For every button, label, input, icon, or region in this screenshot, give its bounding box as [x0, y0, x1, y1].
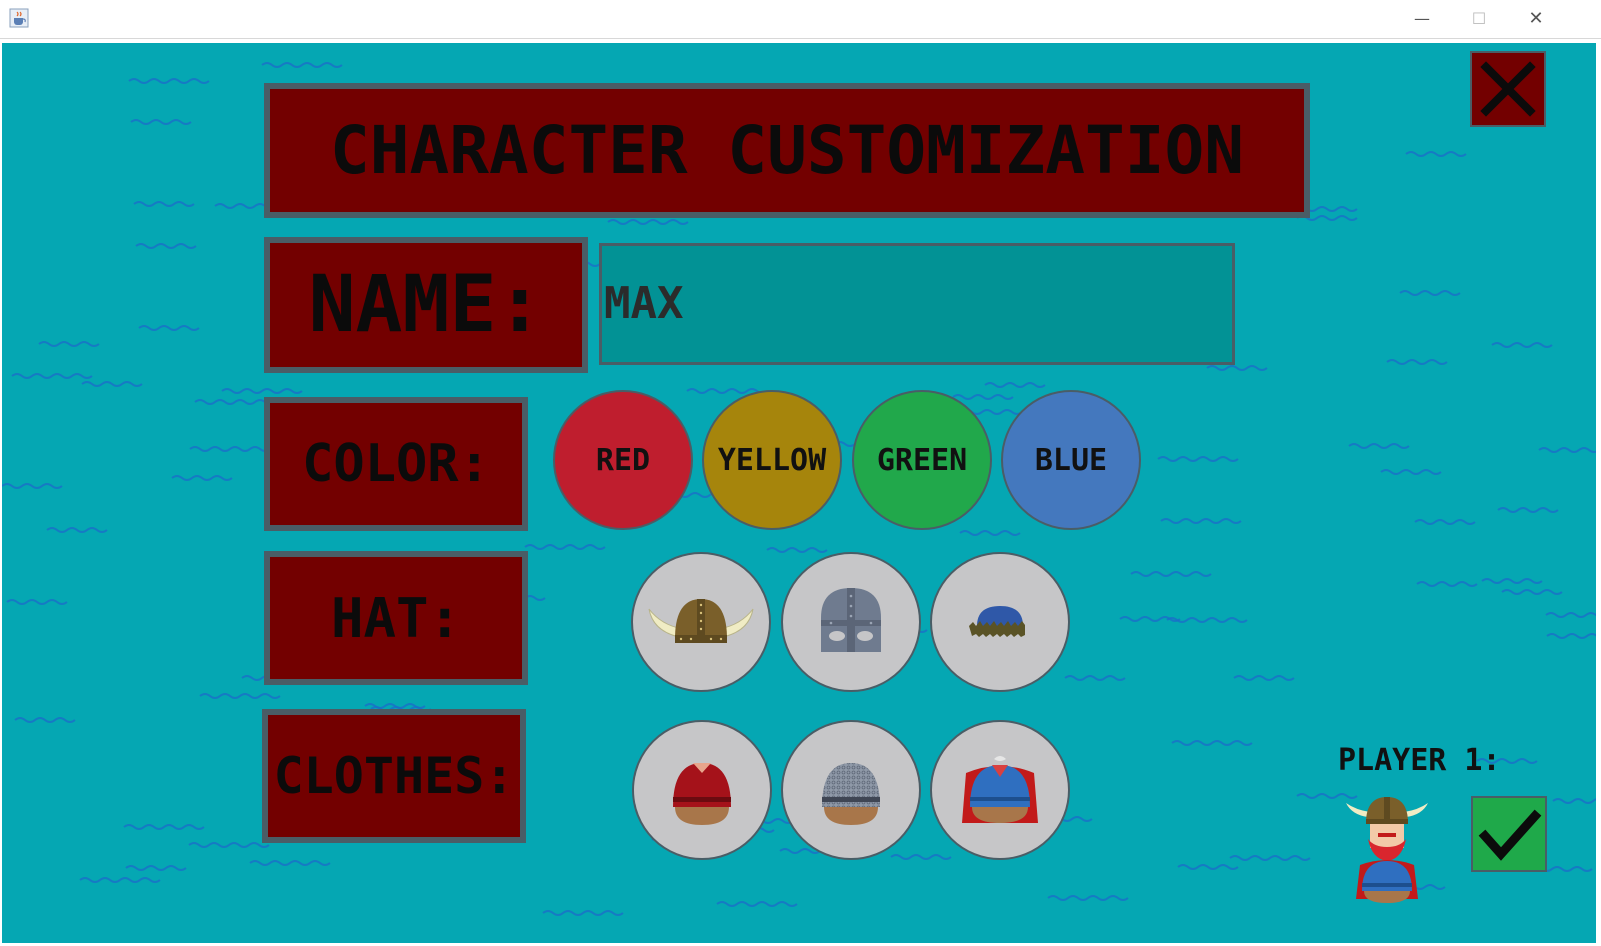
clothes-option-blue-tunic-cape[interactable]	[930, 720, 1070, 860]
window-close-button[interactable]: ✕	[1514, 4, 1558, 32]
clothes-option-chainmail[interactable]	[781, 720, 921, 860]
wave-decoration	[189, 446, 271, 452]
wave-decoration	[38, 341, 100, 347]
clothes-label: CLOTHES:	[262, 709, 526, 843]
wave-decoration	[1171, 740, 1253, 746]
wave-decoration	[766, 547, 828, 553]
hat-option-fur-cap[interactable]	[930, 552, 1070, 692]
viking-avatar-icon	[1346, 797, 1428, 903]
name-label: NAME:	[264, 237, 588, 373]
wave-decoration	[524, 544, 606, 550]
java-coffee-cup-icon	[9, 8, 29, 28]
wave-decoration	[1538, 447, 1596, 453]
chainmail-icon	[822, 763, 880, 825]
wave-decoration	[138, 325, 200, 331]
blue-tunic-cape-icon	[962, 756, 1038, 823]
horned-helmet-icon	[648, 599, 754, 643]
wave-decoration	[1414, 519, 1476, 525]
wave-decoration	[199, 693, 281, 699]
wave-decoration	[890, 854, 952, 860]
wave-decoration	[1416, 581, 1478, 587]
wave-decoration	[1497, 507, 1559, 513]
close-x-icon	[1480, 61, 1536, 117]
wave-decoration	[1491, 342, 1553, 348]
maximize-button[interactable]: ☐	[1457, 4, 1501, 32]
wave-decoration	[952, 394, 1014, 400]
wave-decoration	[123, 824, 205, 830]
wave-decoration	[11, 373, 93, 379]
wave-decoration	[125, 865, 187, 871]
wave-decoration	[959, 530, 1021, 536]
wave-decoration	[81, 381, 143, 387]
wave-decoration	[1157, 456, 1239, 462]
player-label: PLAYER 1:	[1338, 743, 1501, 778]
wave-decoration	[2, 483, 63, 489]
wave-decoration	[1545, 612, 1596, 618]
wave-decoration	[249, 860, 331, 866]
wave-decoration	[133, 201, 195, 207]
wave-decoration	[1501, 589, 1563, 595]
color-red-button[interactable]: RED	[553, 390, 693, 530]
hat-option-horned-helmet[interactable]	[631, 552, 771, 692]
wave-decoration	[1386, 359, 1448, 365]
hat-label: HAT:	[264, 551, 528, 685]
player-avatar	[1342, 795, 1432, 903]
wave-decoration	[1405, 151, 1467, 157]
wave-decoration	[46, 527, 108, 533]
color-blue-button[interactable]: BLUE	[1001, 390, 1141, 530]
clothes-option-red-tunic[interactable]	[632, 720, 772, 860]
wave-decoration	[1380, 469, 1442, 475]
checkmark-icon	[1478, 809, 1542, 861]
iron-helmet-icon	[821, 588, 881, 652]
wave-decoration	[1130, 571, 1212, 577]
color-green-button[interactable]: GREEN	[852, 390, 992, 530]
wave-decoration	[14, 717, 76, 723]
hat-option-iron-helmet[interactable]	[781, 552, 921, 692]
wave-decoration	[542, 910, 624, 916]
wave-decoration	[1160, 518, 1242, 524]
name-input[interactable]: MAX	[599, 243, 1235, 365]
window-titlebar: — ☐ ✕	[0, 0, 1601, 39]
wave-decoration	[716, 901, 798, 907]
wave-decoration	[194, 399, 276, 405]
wave-decoration	[6, 599, 68, 605]
minimize-button[interactable]: —	[1400, 4, 1444, 32]
wave-decoration	[171, 475, 233, 481]
wave-decoration	[1481, 578, 1543, 584]
color-yellow-button[interactable]: YELLOW	[702, 390, 842, 530]
wave-decoration	[79, 877, 161, 883]
wave-decoration	[607, 219, 689, 225]
wave-decoration	[1348, 443, 1410, 449]
confirm-button[interactable]	[1471, 796, 1547, 872]
wave-decoration	[1229, 855, 1311, 861]
wave-decoration	[1177, 864, 1239, 870]
wave-decoration	[984, 382, 1046, 388]
page-title: CHARACTER CUSTOMIZATION	[264, 83, 1310, 218]
wave-decoration	[221, 388, 303, 394]
color-label: COLOR:	[264, 397, 528, 531]
wave-decoration	[1552, 798, 1596, 804]
wave-decoration	[261, 62, 343, 68]
red-tunic-icon	[673, 763, 731, 825]
close-button[interactable]	[1470, 51, 1546, 127]
wave-decoration	[1206, 365, 1268, 371]
wave-decoration	[1233, 675, 1295, 681]
fur-cap-icon	[969, 606, 1025, 637]
wave-decoration	[135, 243, 197, 249]
wave-decoration	[1047, 895, 1129, 901]
wave-decoration	[1399, 290, 1461, 296]
wave-decoration	[188, 842, 270, 848]
wave-decoration	[1546, 633, 1596, 639]
wave-decoration	[1064, 675, 1126, 681]
game-canvas: CHARACTER CUSTOMIZATION NAME: MAX COLOR:…	[2, 43, 1596, 943]
wave-decoration	[130, 119, 192, 125]
wave-decoration	[128, 78, 210, 84]
